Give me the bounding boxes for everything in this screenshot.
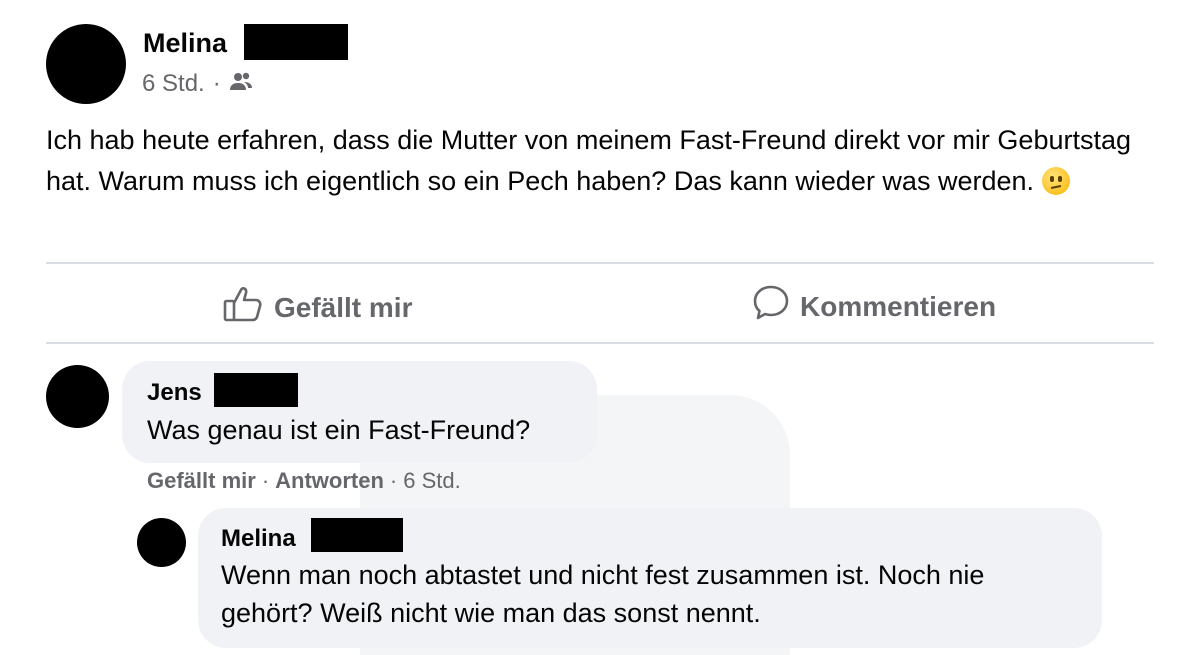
- comment-time[interactable]: 6 Std.: [403, 468, 460, 494]
- like-label: Gefällt mir: [274, 291, 413, 323]
- comment-button[interactable]: Kommentieren: [752, 284, 996, 329]
- comment-reply-link[interactable]: Antworten: [275, 468, 384, 494]
- post-author-avatar[interactable]: [46, 24, 126, 104]
- comment-icon: [752, 284, 790, 329]
- post-meta: 6 Std. ·: [142, 70, 253, 98]
- comment-label: Kommentieren: [800, 290, 997, 322]
- meta-separator: ·: [212, 70, 221, 97]
- thumbs-up-icon: [222, 284, 264, 331]
- comment-author-name[interactable]: Jens: [147, 379, 202, 407]
- post-text: Ich hab heute erfahren, dass die Mutter …: [46, 120, 1156, 202]
- post-body: Ich hab heute erfahren, dass die Mutter …: [46, 125, 1131, 196]
- reply-text: Wenn man noch abtastet und nicht fest zu…: [221, 560, 985, 628]
- comment-author-avatar[interactable]: [46, 365, 109, 428]
- comment-like-link[interactable]: Gefällt mir: [147, 468, 256, 494]
- reply-author-name[interactable]: Melina: [221, 525, 296, 553]
- redacted-surname: [244, 24, 348, 60]
- comment-text: Was genau ist ein Fast-Freund?: [147, 415, 531, 445]
- confused-face-emoji: [1041, 167, 1070, 195]
- post-author-name[interactable]: Melina: [143, 28, 227, 59]
- friends-icon: [229, 70, 253, 98]
- separator: ·: [389, 468, 398, 493]
- comment-actions: Gefällt mir · Antworten · 6 Std.: [147, 468, 461, 494]
- redacted-surname: [311, 518, 403, 552]
- like-button[interactable]: Gefällt mir: [222, 284, 412, 331]
- separator: ·: [261, 468, 270, 493]
- divider-bottom: [46, 342, 1154, 344]
- redacted-surname: [214, 373, 298, 407]
- post-time[interactable]: 6 Std.: [142, 70, 205, 98]
- reply-author-avatar[interactable]: [137, 518, 186, 567]
- divider-top: [46, 262, 1154, 264]
